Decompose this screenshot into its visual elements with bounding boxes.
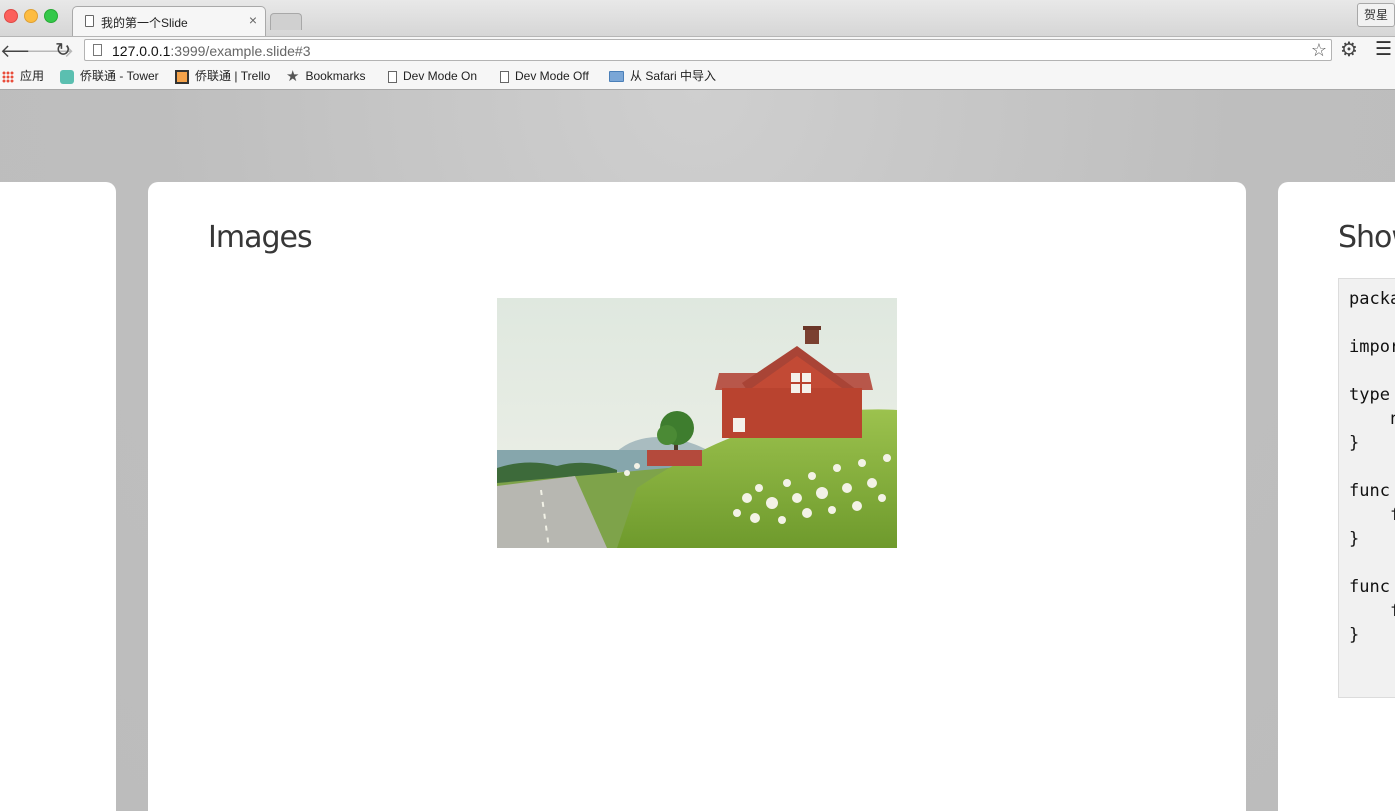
next-slide[interactable]: Show packa impor type n} func f} func f}: [1278, 182, 1395, 811]
tower-icon: [60, 69, 74, 84]
tab-title: 我的第一个Slide: [101, 16, 188, 30]
code-line: type: [1349, 385, 1390, 405]
window-titlebar: 我的第一个Slide × 贺星: [0, 0, 1395, 37]
document-icon: [388, 70, 397, 83]
reload-icon[interactable]: ↻: [55, 40, 71, 62]
code-line: f: [1349, 503, 1395, 527]
tab-active[interactable]: 我的第一个Slide ×: [72, 6, 266, 37]
page-icon: [85, 15, 94, 27]
code-line: f: [1349, 599, 1395, 623]
folder-icon: [609, 71, 624, 83]
current-slide: Images: [148, 182, 1246, 811]
address-bar[interactable]: 127.0.0.1:3999/example.slide#3 ☆: [84, 39, 1332, 61]
trello-icon: [175, 69, 189, 84]
bookmark-label: 侨联通 - Tower: [80, 69, 159, 83]
star-icon[interactable]: ☆: [1311, 40, 1327, 60]
page-viewport: Images Sho pack impo type} func} func …: [0, 90, 1395, 811]
url-host: 127.0.0.1: [112, 43, 171, 59]
minimize-window-icon[interactable]: [24, 9, 38, 23]
bookmark-tower[interactable]: 侨联通 - Tower: [60, 68, 159, 85]
code-line: func: [1349, 481, 1390, 501]
star-icon: ★: [286, 67, 300, 85]
slide-image: [497, 298, 897, 548]
bookmark-label: Dev Mode Off: [515, 69, 589, 83]
bookmark-label: Dev Mode On: [403, 69, 478, 83]
gear-icon[interactable]: ⚙: [1340, 39, 1358, 61]
bookmarks-bar: 应用 侨联通 - Tower 侨联通 | Trello ★ Bookmarks D…: [0, 64, 1395, 90]
apps-grid-icon: [2, 70, 14, 83]
code-line: n: [1349, 407, 1395, 431]
code-block: packa impor type n} func f} func f}: [1338, 278, 1395, 698]
bookmark-label: 从 Safari 中导入: [630, 69, 717, 83]
bookmark-trello[interactable]: 侨联通 | Trello: [175, 68, 270, 85]
bookmark-dev-mode-on[interactable]: Dev Mode On: [388, 68, 477, 85]
close-window-icon[interactable]: [4, 9, 18, 23]
bookmark-dev-mode-off[interactable]: Dev Mode Off: [500, 68, 589, 85]
code-line: }: [1349, 433, 1360, 453]
code-line: packa: [1349, 289, 1395, 309]
bookmark-label: 侨联通 | Trello: [195, 69, 271, 83]
url-text[interactable]: 127.0.0.1:3999/example.slide#3: [112, 43, 311, 59]
bookmark-label: 应用: [20, 69, 45, 83]
slide-title: Images: [208, 220, 313, 255]
browser-toolbar: 🡐 🡒 ↻ 127.0.0.1:3999/example.slide#3 ☆ ⚙…: [0, 36, 1395, 65]
zoom-window-icon[interactable]: [44, 9, 58, 23]
code-line: }: [1349, 529, 1360, 549]
code-line: }: [1349, 625, 1360, 645]
previous-slide[interactable]: [0, 182, 116, 811]
close-icon[interactable]: ×: [249, 12, 257, 28]
bookmark-safari-import[interactable]: 从 Safari 中导入: [609, 68, 716, 85]
bookmark-apps[interactable]: 应用: [2, 68, 44, 85]
slide-title: Show: [1338, 220, 1395, 255]
hamburger-menu-icon[interactable]: ☰: [1375, 39, 1392, 61]
new-tab-button[interactable]: [270, 13, 302, 30]
profile-button[interactable]: 贺星: [1357, 3, 1395, 27]
code-line: impor: [1349, 337, 1395, 357]
bookmark-bookmarks[interactable]: ★ Bookmarks: [286, 68, 365, 85]
url-path: :3999/example.slide#3: [170, 43, 311, 59]
code-line: func: [1349, 577, 1390, 597]
bookmark-label: Bookmarks: [305, 69, 366, 83]
document-icon: [500, 70, 509, 83]
page-icon: [93, 44, 102, 56]
